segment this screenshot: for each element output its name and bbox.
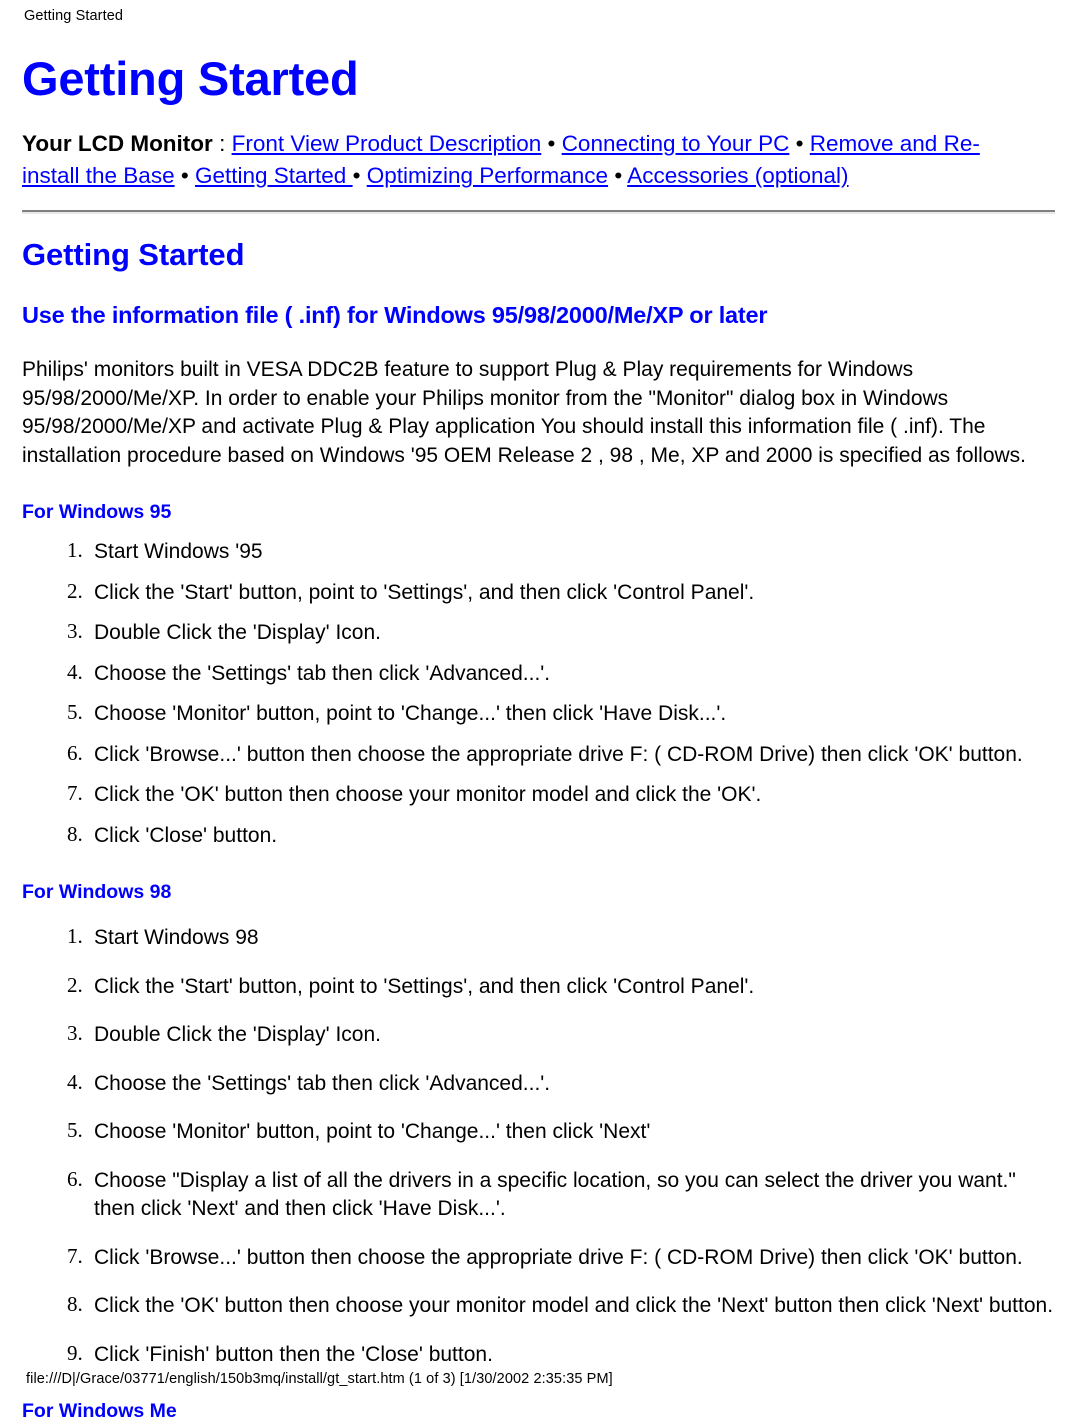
list-item: Start Windows 98 (88, 924, 1058, 953)
step-text: Choose the 'Settings' tab then click 'Ad… (94, 1071, 551, 1095)
print-footer-path: file:///D|/Grace/03771/english/150b3mq/i… (26, 1371, 613, 1387)
nav-link-6[interactable]: Accessories (optional) (627, 163, 848, 188)
step-text: Click 'Close' button. (94, 823, 278, 847)
nav-separator: • (541, 131, 562, 156)
nav-separator: • (352, 163, 367, 188)
intro-paragraph: Philips' monitors built in VESA DDC2B fe… (22, 358, 1027, 467)
horizontal-rule (22, 210, 1055, 214)
group-heading-2: For Windows 98 (22, 881, 172, 903)
nav-separator: • (174, 163, 195, 188)
list-item: Click 'Close' button. (88, 822, 1058, 851)
step-text: Choose "Display a list of all the driver… (94, 1168, 1016, 1221)
step-list-2: Start Windows 98 Click the 'Start' button… (22, 924, 1058, 1369)
step-text: Double Click the 'Display' Icon. (94, 1023, 381, 1046)
step-text: Choose 'Monitor' button, point to 'Chang… (94, 702, 727, 725)
section-title: Getting Started (22, 237, 245, 272)
step-text: Click the 'Start' button, point to 'Sett… (94, 580, 755, 604)
list-item: Click 'Finish' button then the 'Close' b… (88, 1341, 1058, 1370)
nav-separator: • (608, 163, 628, 188)
step-text: Click the 'OK' button then choose your m… (94, 1294, 1054, 1317)
step-text: Click 'Browse...' button then choose the… (94, 742, 1023, 766)
nav-link-2[interactable]: Connecting to Your PC (562, 131, 790, 156)
nav-separator: • (789, 131, 810, 156)
nav-link-1[interactable]: Front View Product Description (232, 131, 542, 156)
page-title: Getting Started (22, 52, 359, 105)
list-item: Choose 'Monitor' button, point to 'Chang… (88, 1118, 1058, 1147)
step-text: Start Windows '95 (94, 540, 263, 563)
document-page: Getting Started Your LCD Monitor : Front… (22, 52, 1058, 1423)
list-item: Click the 'Start' button, point to 'Sett… (88, 973, 1058, 1002)
step-text: Choose 'Monitor' button, point to 'Chang… (94, 1120, 651, 1143)
list-item: Double Click the 'Display' Icon. (88, 1021, 1058, 1050)
list-item: Double Click the 'Display' Icon. (88, 619, 1058, 648)
list-item: Choose "Display a list of all the driver… (88, 1167, 1058, 1224)
nav-link-5[interactable]: Optimizing Performance (367, 163, 608, 188)
group-heading-3: For Windows Me (22, 1400, 177, 1422)
step-list-1: Start Windows '95 Click the 'Start' butto… (22, 538, 1058, 850)
list-item: Click the 'OK' button then choose your m… (88, 781, 1058, 810)
list-item: Start Windows '95 (88, 538, 1058, 567)
instruction-groups: For Windows 95 Start Windows '95 Click the… (22, 500, 1058, 1423)
nav-link-4[interactable]: Getting Started (195, 163, 353, 188)
step-text: Click 'Finish' button then the 'Close' b… (94, 1342, 493, 1366)
list-item: Click 'Browse...' button then choose the… (88, 1244, 1058, 1273)
step-text: Click the 'OK' button then choose your m… (94, 783, 762, 806)
step-text: Click 'Browse...' button then choose the… (94, 1245, 1023, 1269)
list-item: Choose the 'Settings' tab then click 'Ad… (88, 660, 1058, 689)
sub-section-title: Use the information file ( .inf) for Win… (22, 302, 768, 328)
list-item: Choose the 'Settings' tab then click 'Ad… (88, 1070, 1058, 1099)
list-item: Click the 'Start' button, point to 'Sett… (88, 579, 1058, 608)
nav-colon: : (212, 131, 232, 156)
breadcrumb-nav: Your LCD Monitor : Front View Product De… (22, 128, 1022, 192)
list-item: Choose 'Monitor' button, point to 'Chang… (88, 700, 1058, 729)
group-heading-1: For Windows 95 (22, 501, 172, 523)
list-item: Click the 'OK' button then choose your m… (88, 1292, 1058, 1321)
list-item: Click 'Browse...' button then choose the… (88, 741, 1058, 770)
step-text: Double Click the 'Display' Icon. (94, 621, 381, 644)
print-header-title: Getting Started (24, 8, 124, 24)
step-text: Click the 'Start' button, point to 'Sett… (94, 974, 755, 998)
nav-lead-label: Your LCD Monitor (22, 131, 213, 156)
step-text: Choose the 'Settings' tab then click 'Ad… (94, 661, 551, 685)
step-text: Start Windows 98 (94, 926, 259, 949)
